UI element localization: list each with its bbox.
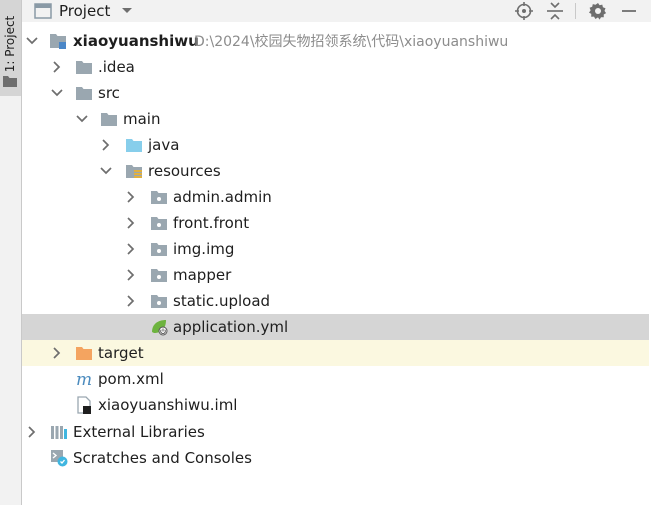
tree-node-label: External Libraries bbox=[73, 423, 205, 441]
chevron-down-icon[interactable] bbox=[120, 3, 134, 17]
chevron-right-icon[interactable] bbox=[125, 243, 137, 255]
tree-node-iml[interactable]: xiaoyuanshiwu.iml bbox=[22, 392, 649, 418]
panel-title[interactable]: Project bbox=[59, 1, 110, 21]
tree-node-mapper[interactable]: mapper bbox=[22, 262, 649, 288]
minimize-icon[interactable] bbox=[620, 2, 638, 20]
chevron-right-icon[interactable] bbox=[125, 217, 137, 229]
tree-node-java[interactable]: java bbox=[22, 132, 649, 158]
tree-node-label: static.upload bbox=[173, 292, 271, 310]
source-folder-icon bbox=[126, 139, 142, 152]
tree-node-pom-xml[interactable]: m pom.xml bbox=[22, 366, 649, 392]
tree-node-label: mapper bbox=[173, 266, 232, 284]
tree-node-label: xiaoyuanshiwu.iml bbox=[98, 396, 238, 414]
excluded-folder-icon bbox=[76, 347, 92, 360]
tree-node-label: img.img bbox=[173, 240, 235, 258]
scratches-icon bbox=[51, 450, 68, 467]
header-divider bbox=[575, 3, 576, 19]
package-icon bbox=[151, 243, 167, 256]
tree-node-main[interactable]: main bbox=[22, 106, 649, 132]
tree-node-label: main bbox=[123, 110, 161, 128]
tree-node-label: admin.admin bbox=[173, 188, 272, 206]
locate-icon[interactable] bbox=[515, 2, 533, 20]
resources-folder-icon bbox=[126, 165, 142, 178]
tree-node-front-front[interactable]: front.front bbox=[22, 210, 649, 236]
chevron-down-icon[interactable] bbox=[76, 113, 88, 125]
tree-node-static-upload[interactable]: static.upload bbox=[22, 288, 649, 314]
chevron-down-icon[interactable] bbox=[100, 165, 112, 177]
svg-text:m: m bbox=[76, 370, 92, 388]
tree-node-external-libraries[interactable]: External Libraries bbox=[22, 419, 649, 445]
package-icon bbox=[151, 269, 167, 282]
package-icon bbox=[151, 295, 167, 308]
tool-window-stripe: 1: Project bbox=[0, 0, 22, 505]
tree-node-admin-admin[interactable]: admin.admin bbox=[22, 184, 649, 210]
folder-icon bbox=[76, 87, 92, 100]
collapse-all-icon[interactable] bbox=[546, 2, 564, 20]
chevron-right-icon[interactable] bbox=[125, 191, 137, 203]
chevron-right-icon[interactable] bbox=[125, 269, 137, 281]
tree-node-resources[interactable]: resources bbox=[22, 158, 649, 184]
maven-icon: m bbox=[76, 370, 92, 388]
tree-node-label: target bbox=[98, 344, 144, 362]
project-tab-label: 1: Project bbox=[3, 15, 17, 73]
module-folder-icon bbox=[50, 34, 66, 49]
chevron-right-icon[interactable] bbox=[26, 426, 38, 438]
tree-node-target[interactable]: target bbox=[22, 340, 649, 366]
tree-node-application-yml[interactable]: application.yml bbox=[22, 314, 649, 340]
tree-node-idea[interactable]: .idea bbox=[22, 54, 649, 80]
chevron-right-icon[interactable] bbox=[51, 61, 63, 73]
folder-icon bbox=[101, 113, 117, 126]
tree-node-src[interactable]: src bbox=[22, 80, 649, 106]
project-path: D:\2024\校园失物招领系统\代码\xiaoyuanshiwu bbox=[194, 34, 509, 50]
tree-node-label: Scratches and Consoles bbox=[73, 449, 252, 467]
tree-node-label: src bbox=[98, 84, 120, 102]
tree-node-label: front.front bbox=[173, 214, 250, 232]
project-tool-window-tab[interactable]: 1: Project bbox=[0, 0, 21, 96]
tree-node-label: xiaoyuanshiwu bbox=[73, 32, 199, 50]
chevron-right-icon[interactable] bbox=[125, 295, 137, 307]
spring-yml-icon bbox=[152, 320, 168, 336]
package-icon bbox=[151, 191, 167, 204]
tree-node-label: .idea bbox=[98, 58, 135, 76]
tree-node-scratches[interactable]: Scratches and Consoles bbox=[22, 445, 649, 471]
gear-icon[interactable] bbox=[589, 2, 607, 20]
chevron-down-icon[interactable] bbox=[26, 35, 38, 47]
tree-node-label: resources bbox=[148, 162, 221, 180]
project-view-icon bbox=[34, 3, 52, 19]
libraries-icon bbox=[51, 426, 67, 439]
tree-node-xiaoyuanshiwu[interactable]: xiaoyuanshiwu D:\2024\校园失物招领系统\代码\xiaoyu… bbox=[22, 28, 649, 54]
folder-icon bbox=[3, 76, 17, 87]
tree-node-label: pom.xml bbox=[98, 370, 164, 388]
chevron-right-icon[interactable] bbox=[51, 347, 63, 359]
tree-node-label: application.yml bbox=[173, 318, 289, 336]
package-icon bbox=[151, 217, 167, 230]
tree-node-label: java bbox=[148, 136, 180, 154]
chevron-right-icon[interactable] bbox=[100, 139, 112, 151]
folder-icon bbox=[76, 61, 92, 74]
project-panel-header: Project bbox=[22, 0, 651, 22]
iml-file-icon bbox=[77, 396, 91, 414]
tree-node-img-img[interactable]: img.img bbox=[22, 236, 649, 262]
chevron-down-icon[interactable] bbox=[51, 87, 63, 99]
